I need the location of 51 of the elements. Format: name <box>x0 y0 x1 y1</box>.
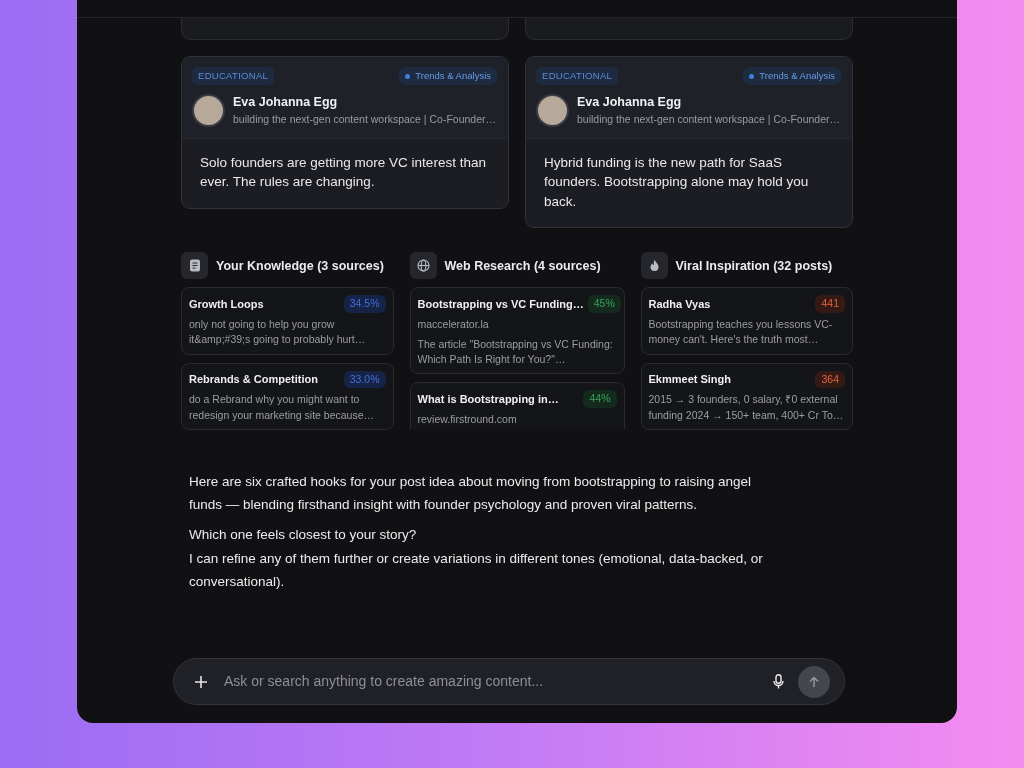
section-title: Viral Inspiration (32 posts) <box>675 257 833 275</box>
avatar-photo-placeholder <box>192 94 225 127</box>
source-card[interactable]: Growth Loops 34.5% only not going to help you grow it&amp;#39;s going to probably hurt… <box>181 287 394 355</box>
source-snippet: The article "Bootstrapping vs VC Funding: Which Path Is Right for You?"… <box>417 336 614 368</box>
post-text: Solo founders are getting more VC interest than ever. The rules are changing. <box>199 153 487 192</box>
source-title: Rebrands & Competition <box>189 372 318 388</box>
source-snippet: Bootstrapping teaches you lessons VC-money can't. Here's the truth most… <box>648 317 834 348</box>
category-tag: EDUCATIONAL <box>192 67 275 86</box>
source-title: Growth Loops <box>189 297 264 313</box>
topic-tag: Trends & Analysis <box>742 67 842 86</box>
relevance-score: 33.0% <box>343 370 386 389</box>
source-domain: review.firstround.com <box>417 412 518 428</box>
source-card[interactable]: Rebrands & Competition 33.0% do a Rebrand why you might want to redesign your marketing site because… <box>181 362 394 430</box>
relevance-score: 45% <box>587 295 621 314</box>
source-title: Ekmmeet Singh <box>648 372 732 388</box>
chat-input-bar[interactable]: Ask or search anything to create amazing content... <box>173 658 845 705</box>
author-headline: building the next-gen content workspace | Co-Founder… <box>577 112 841 127</box>
source-card[interactable]: What is Bootstrapping in… 44% review.firstround.com <box>409 382 625 430</box>
relevance-score: 34.5% <box>343 295 386 314</box>
microphone-icon[interactable] <box>773 674 784 689</box>
flame-icon <box>640 252 668 280</box>
topic-tag: Trends & Analysis <box>398 67 498 86</box>
document-icon <box>181 252 208 280</box>
relevance-score: 364 <box>815 370 845 389</box>
chat-input-field[interactable]: Ask or search anything to create amazing content... <box>222 670 759 693</box>
relevance-score: 44% <box>583 390 617 409</box>
source-snippet: 2015 → 3 founders, 0 salary, ₹0 external funding 2024 → 150+ team, 400+ Cr To… <box>648 392 845 423</box>
globe-icon <box>409 252 437 280</box>
post-text: Hybrid funding is the new path for SaaS founders. Bootstrapping alone may hold you back. <box>543 153 810 211</box>
relevance-score: 441 <box>815 295 845 314</box>
source-snippet: do a Rebrand why you might want to redesign your marketing site because… <box>189 392 375 423</box>
source-card[interactable]: Radha Vyas 441 Bootstrapping teaches you lessons VC-money can't. Here's the truth most… <box>640 287 853 355</box>
source-title: Radha Vyas <box>648 297 711 313</box>
author-headline: building the next-gen content workspace | Co-Founder… <box>233 112 497 127</box>
source-card[interactable]: Ekmmeet Singh 364 2015 → 3 founders, 0 salary, ₹0 external funding 2024 → 150+ team, 400+ Cr To… <box>640 362 853 430</box>
category-tag: EDUCATIONAL <box>536 67 619 86</box>
send-button[interactable] <box>798 665 830 698</box>
author-name: Eva Johanna Egg <box>233 94 339 112</box>
section-title: Web Research (4 sources) <box>444 257 601 275</box>
up-arrow-icon <box>808 675 820 688</box>
source-title: Bootstrapping vs VC Funding… <box>417 297 584 313</box>
author-name: Eva Johanna Egg <box>577 94 683 112</box>
avatar-photo-placeholder <box>536 94 569 127</box>
source-card[interactable]: Bootstrapping vs VC Funding… 45% maccelerator.la The article "Bootstrapping vs VC Funding: Which Path Is Right for You?"… <box>409 287 625 375</box>
source-title: What is Bootstrapping in… <box>417 392 559 407</box>
plus-icon[interactable] <box>194 674 208 689</box>
source-domain: maccelerator.la <box>417 317 490 333</box>
source-snippet: only not going to help you grow it&amp;#39;s going to probably hurt… <box>189 317 367 348</box>
section-title: Your Knowledge (3 sources) <box>216 257 384 275</box>
reply-paragraph: Which one feels closest to your story? I can refine any of them further or create variations in different tones (emotional, data-backed, or conversational). <box>188 526 764 592</box>
reply-paragraph: Here are six crafted hooks for your post idea about moving from bootstrapping to raising angel funds — blending firsthand insight with founder psychology and proven viral patterns. <box>188 472 753 515</box>
